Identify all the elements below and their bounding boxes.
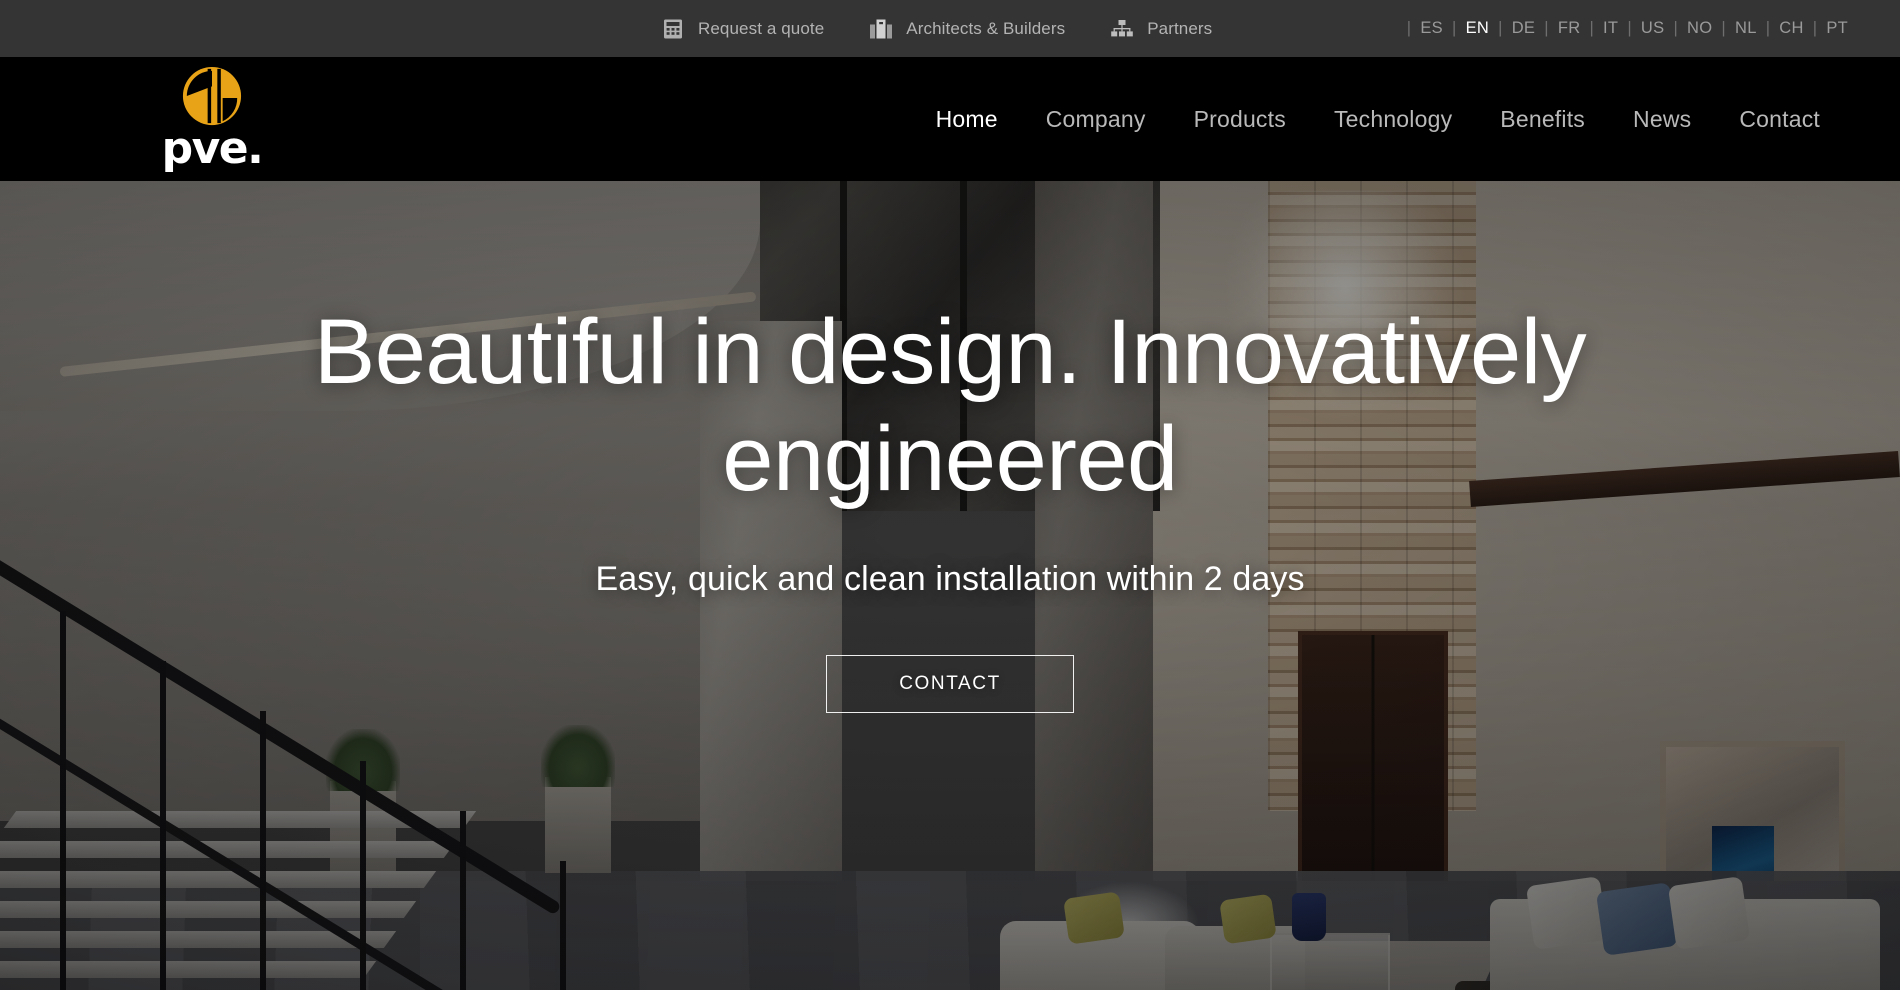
main-navigation: Home Company Products Technology Benefit…: [912, 57, 1844, 181]
language-option-en[interactable]: EN: [1464, 18, 1492, 39]
site-header: pve. Home Company Products Technology Be…: [0, 57, 1900, 181]
buildings-icon: [868, 16, 894, 42]
hero-subheadline: Easy, quick and clean installation withi…: [595, 560, 1305, 599]
language-option-pt[interactable]: PT: [1824, 18, 1850, 39]
hero-headline: Beautiful in design. Innovatively engine…: [313, 301, 1587, 510]
nav-item-products[interactable]: Products: [1170, 106, 1310, 133]
utility-link-label: Request a quote: [698, 18, 825, 38]
nav-item-benefits[interactable]: Benefits: [1476, 106, 1609, 133]
language-separator: |: [1673, 19, 1679, 37]
hero-cta-wrapper: CONTACT: [120, 655, 1780, 714]
language-separator: |: [1589, 19, 1595, 37]
nav-item-technology[interactable]: Technology: [1310, 106, 1476, 133]
language-separator: |: [1498, 19, 1503, 37]
utility-link-architects-builders[interactable]: Architects & Builders: [868, 16, 1065, 42]
page-root: Request a quote Architects & Builders Pa…: [0, 0, 1900, 990]
language-option-de[interactable]: DE: [1510, 18, 1538, 39]
nav-item-home[interactable]: Home: [912, 106, 1022, 133]
language-option-ch[interactable]: CH: [1777, 18, 1805, 39]
utility-topbar-inner: Request a quote Architects & Builders Pa…: [0, 0, 1900, 57]
utility-link-request-a-quote[interactable]: Request a quote: [660, 16, 824, 42]
hero-section: Beautiful in design. Innovatively engine…: [0, 181, 1900, 990]
language-option-no[interactable]: NO: [1685, 18, 1714, 39]
utility-topbar: Request a quote Architects & Builders Pa…: [0, 0, 1900, 57]
language-option-us[interactable]: US: [1639, 18, 1667, 39]
calculator-icon: [660, 16, 686, 42]
language-separator: |: [1812, 19, 1818, 37]
org-chart-icon: [1109, 16, 1135, 42]
language-separator: |: [1544, 19, 1549, 37]
utility-link-label: Architects & Builders: [906, 18, 1066, 38]
logo-link-pve[interactable]: pve.: [158, 65, 266, 174]
language-option-fr[interactable]: FR: [1556, 18, 1583, 39]
language-separator: |: [1765, 19, 1771, 37]
language-switcher[interactable]: | ES | EN | DE | FR | IT | US | NO | NL …: [1400, 0, 1850, 57]
hero-content: Beautiful in design. Innovatively engine…: [0, 299, 1900, 714]
language-option-es[interactable]: ES: [1418, 18, 1445, 39]
language-separator: |: [1406, 19, 1412, 37]
utility-links: Request a quote Architects & Builders Pa…: [660, 0, 1212, 57]
utility-link-partners[interactable]: Partners: [1109, 16, 1212, 42]
nav-item-news[interactable]: News: [1609, 106, 1715, 133]
language-separator: |: [1627, 19, 1632, 37]
utility-link-label: Partners: [1147, 18, 1213, 38]
nav-item-company[interactable]: Company: [1022, 106, 1170, 133]
logo-wordmark: pve.: [161, 123, 264, 174]
language-separator: |: [1721, 19, 1726, 37]
hero-contact-button[interactable]: CONTACT: [826, 655, 1074, 714]
pve-logo-mark-icon: [182, 66, 242, 126]
language-separator: |: [1452, 19, 1457, 37]
nav-item-contact[interactable]: Contact: [1715, 106, 1844, 133]
site-header-inner: pve. Home Company Products Technology Be…: [0, 57, 1900, 181]
language-option-nl[interactable]: NL: [1733, 18, 1759, 39]
language-option-it[interactable]: IT: [1601, 18, 1620, 39]
